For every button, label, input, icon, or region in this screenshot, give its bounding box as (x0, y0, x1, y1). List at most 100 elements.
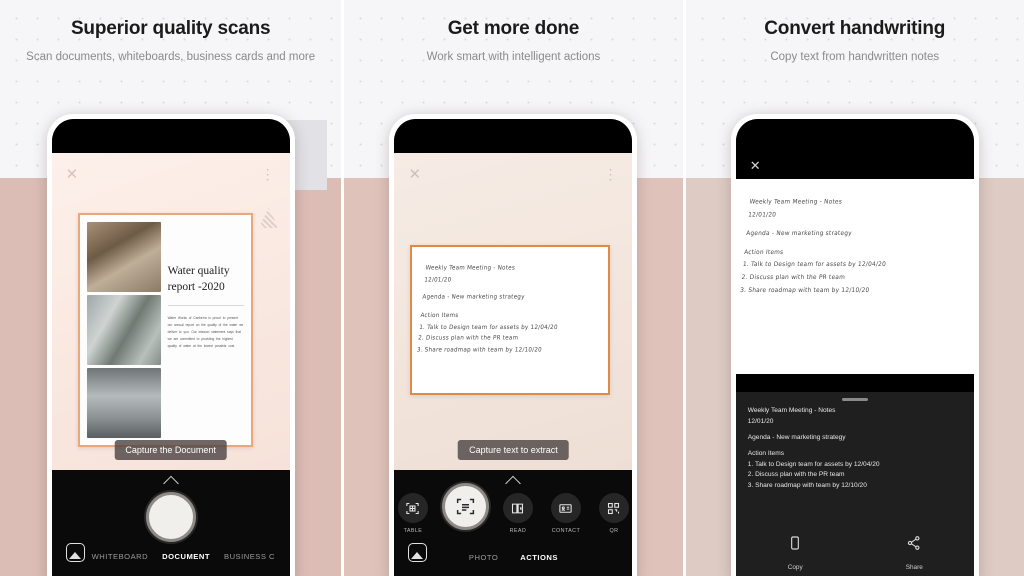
camera-control-bar: WHITEBOARD DOCUMENT BUSINESS C (51, 470, 290, 576)
handwritten-note: Weekly Team Meeting - Notes 12/01/20 Age… (739, 197, 960, 298)
phone-screen-3: ✕ Weekly Team Meeting - Notes 12/01/20 A… (735, 119, 974, 576)
app-store-screenshot-gallery: Superior quality scans Scan documents, w… (0, 0, 1024, 576)
phone-screen-1: ✕ ⋮ Water quality report -2020 Water Wor (51, 119, 290, 576)
document-image-column (86, 222, 161, 438)
status-bar (394, 119, 633, 153)
note-line: 2. Discuss plan with the PR team (418, 335, 519, 342)
panel-heading: Convert handwriting (764, 18, 946, 39)
shutter-button[interactable] (145, 492, 196, 542)
camera-mode-document[interactable]: DOCUMENT (162, 552, 210, 561)
camera-mode-strip: WHITEBOARD DOCUMENT BUSINESS C (92, 552, 290, 561)
scan-overlay-icon (258, 208, 279, 228)
tab-photo[interactable]: PHOTO (469, 553, 498, 562)
more-vertical-icon[interactable]: ⋮ (603, 167, 617, 181)
panel-subheading: Copy text from handwritten notes (770, 51, 940, 63)
note-line: Action Items (420, 312, 460, 320)
extracted-text-sheet[interactable]: Weekly Team Meeting - Notes 12/01/20 Age… (735, 392, 974, 576)
extracted-line: 3. Share roadmap with team by 12/10/20 (747, 482, 867, 490)
note-line: Action Items (743, 249, 784, 257)
document-photo (86, 222, 161, 292)
more-vertical-icon[interactable]: ⋮ (261, 167, 275, 181)
viewer-spacer (735, 374, 974, 392)
action-label: TABLE (403, 528, 423, 534)
note-line: Weekly Team Meeting - Notes (748, 199, 843, 206)
copy-label: Copy (787, 564, 803, 571)
status-bar (51, 119, 290, 153)
extracted-text: Weekly Team Meeting - Notes 12/01/20 Age… (748, 406, 962, 492)
panel-heading: Superior quality scans (70, 18, 271, 39)
note-line: 2. Discuss plan with the PR team (740, 274, 846, 282)
panel-get-more-done: Get more done Work smart with intelligen… (341, 0, 683, 576)
camera-tab-row: PHOTO ACTIONS (394, 553, 632, 562)
action-label: QR (609, 528, 619, 534)
phone-mockup-2: ✕ ⋮ Weekly Team Meeting - Notes 12/01/20… (389, 114, 638, 576)
document-text-column: Water quality report -2020 Water Works o… (167, 222, 244, 438)
note-line: Weekly Team Meeting - Notes (425, 265, 516, 272)
read-aloud-icon (502, 493, 533, 523)
share-icon (906, 535, 922, 551)
document-photo (86, 295, 161, 365)
close-icon[interactable]: ✕ (66, 167, 79, 182)
note-line: 3. Share roadmap with team by 12/10/20 (416, 346, 543, 354)
document-divider (167, 305, 244, 307)
extracted-line: Weekly Team Meeting - Notes (747, 407, 836, 414)
qr-code-icon (598, 493, 629, 523)
extracted-line: Action Items (747, 449, 785, 457)
phone-mockup-3: ✕ Weekly Team Meeting - Notes 12/01/20 A… (730, 114, 979, 576)
camera-mode-business-card[interactable]: BUSINESS C (224, 552, 275, 561)
actions-control-bar: TABLE READ CONTACT QR PHOTO ACTIONS (394, 470, 633, 576)
sheet-action-row: Copy Share (736, 535, 974, 574)
document-title: Water quality report -2020 (167, 265, 230, 293)
capture-tooltip: Capture text to extract (458, 440, 569, 460)
copy-button[interactable]: Copy (736, 535, 855, 574)
gallery-icon[interactable] (65, 543, 85, 562)
action-text-scan[interactable] (442, 483, 490, 535)
chevron-up-icon[interactable] (505, 475, 522, 492)
text-scan-icon (442, 483, 490, 530)
copy-icon (787, 535, 803, 551)
camera-viewfinder: ✕ ⋮ Weekly Team Meeting - Notes 12/01/20… (394, 153, 633, 470)
extracted-line: 1. Talk to Design team for assets by 12/… (747, 460, 880, 468)
business-card-icon (550, 493, 581, 523)
action-label: READ (509, 528, 527, 534)
note-line: Agenda - New marketing strategy (422, 294, 526, 302)
sheet-drag-handle[interactable] (841, 398, 868, 401)
chevron-up-icon[interactable] (162, 475, 179, 492)
phone-mockup-1: ✕ ⋮ Water quality report -2020 Water Wor (46, 114, 295, 576)
note-line: 12/01/20 (747, 211, 777, 219)
document-body-text: Water Works of Canberra is proud to pres… (167, 316, 244, 349)
action-read[interactable]: READ (499, 493, 536, 534)
action-qr[interactable]: QR (595, 493, 632, 534)
share-button[interactable]: Share (855, 535, 974, 574)
panel-heading: Get more done (447, 18, 580, 39)
viewer-header-bar (735, 119, 974, 179)
note-line: Agenda - New marketing strategy (745, 230, 852, 238)
camera-viewfinder: ✕ ⋮ Water quality report -2020 Water Wor (51, 153, 290, 470)
document-photo (86, 368, 161, 438)
handwritten-note: Weekly Team Meeting - Notes 12/01/20 Age… (417, 263, 595, 356)
panel-superior-quality-scans: Superior quality scans Scan documents, w… (0, 0, 342, 576)
note-line: 1. Talk to Design team for assets by 12/… (419, 324, 559, 331)
panel-subheading: Scan documents, whiteboards, business ca… (26, 51, 316, 63)
note-line: 12/01/20 (424, 276, 453, 284)
close-icon[interactable]: ✕ (750, 159, 761, 172)
action-contact[interactable]: CONTACT (547, 493, 584, 534)
extracted-line: Agenda - New marketing strategy (747, 433, 846, 441)
action-label: CONTACT (551, 528, 581, 534)
capture-tooltip: Capture the Document (114, 440, 227, 460)
table-scan-icon (397, 493, 428, 523)
tab-actions[interactable]: ACTIONS (520, 553, 558, 562)
extracted-line: 12/01/20 (747, 417, 774, 425)
action-icon-row: TABLE READ CONTACT QR (394, 483, 632, 535)
share-label: Share (905, 564, 923, 571)
scanned-note-view: Weekly Team Meeting - Notes 12/01/20 Age… (735, 179, 974, 374)
detected-document-region[interactable]: Water quality report -2020 Water Works o… (77, 213, 253, 447)
note-line: 1. Talk to Design team for assets by 12/… (742, 262, 886, 269)
close-icon[interactable]: ✕ (408, 167, 421, 182)
panel-subheading: Work smart with intelligent actions (426, 51, 601, 63)
camera-mode-whiteboard[interactable]: WHITEBOARD (92, 552, 148, 561)
action-table[interactable]: TABLE (394, 493, 431, 534)
extracted-line: 2. Discuss plan with the PR team (747, 471, 845, 479)
detected-whiteboard-region[interactable]: Weekly Team Meeting - Notes 12/01/20 Age… (410, 245, 611, 395)
phone-screen-2: ✕ ⋮ Weekly Team Meeting - Notes 12/01/20… (394, 119, 633, 576)
